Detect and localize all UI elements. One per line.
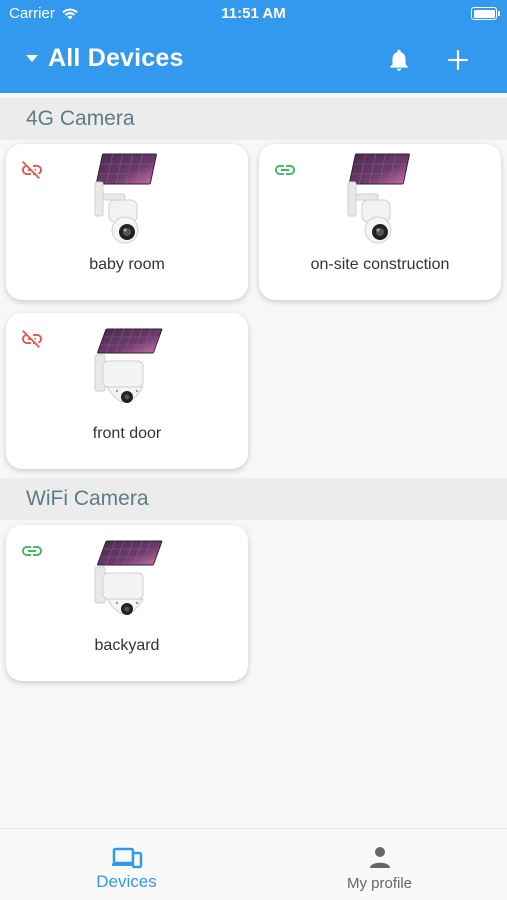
tab-my-profile-label: My profile <box>346 875 413 892</box>
device-name: front door <box>92 425 162 442</box>
link-off-icon <box>20 327 44 351</box>
solar-camera-image <box>87 533 163 629</box>
battery-icon <box>471 7 500 20</box>
device-name: backyard <box>94 637 160 654</box>
link-icon <box>273 158 297 182</box>
devices-icon <box>111 847 142 869</box>
link-icon <box>20 539 44 563</box>
section-header-wifi-camera: WiFi Camera <box>0 478 507 520</box>
bell-icon[interactable] <box>386 46 412 74</box>
status-bar: Carrier 11:51 AM <box>0 0 507 28</box>
tab-devices-label: Devices <box>96 872 157 891</box>
page-title: All Devices <box>48 44 184 72</box>
person-icon <box>369 847 390 868</box>
link-off-icon <box>20 158 44 182</box>
tab-my-profile[interactable]: My profile <box>253 829 506 900</box>
device-card[interactable]: backyard <box>6 525 248 681</box>
solar-camera-image <box>87 321 163 417</box>
caret-down-icon <box>26 55 38 62</box>
device-name: baby room <box>89 256 165 273</box>
section-header-4g-camera: 4G Camera <box>0 98 507 140</box>
device-group-selector[interactable]: All Devices <box>26 44 184 73</box>
device-card[interactable]: on-site construction <box>259 144 501 300</box>
bottom-nav: Devices My profile <box>0 828 507 900</box>
solar-camera-image <box>87 152 163 248</box>
device-card[interactable]: front door <box>6 313 248 469</box>
device-name: on-site construction <box>310 256 450 273</box>
app-header: Carrier 11:51 AM All Devices <box>0 0 507 93</box>
app-bar: All Devices <box>0 36 507 86</box>
add-device-icon[interactable] <box>445 46 471 74</box>
device-card[interactable]: baby room <box>6 144 248 300</box>
solar-camera-image <box>340 152 416 248</box>
status-time: 11:51 AM <box>221 5 286 22</box>
tab-devices[interactable]: Devices <box>0 829 253 900</box>
